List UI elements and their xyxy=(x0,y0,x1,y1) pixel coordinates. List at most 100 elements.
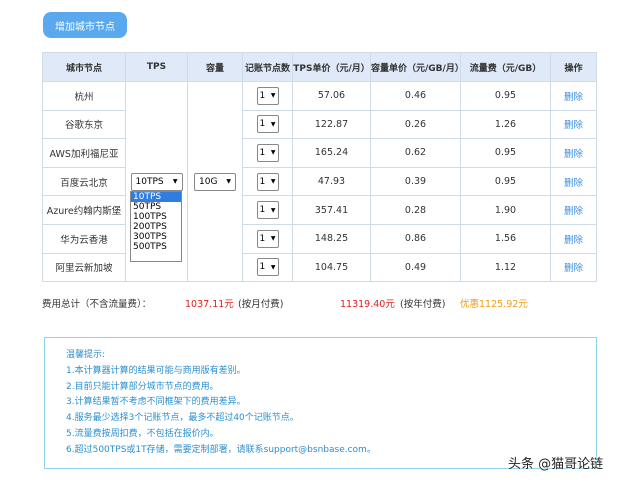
chevron-down-icon: ▼ xyxy=(172,178,178,186)
traffic-fee-cell: 0.95 xyxy=(460,166,551,197)
yearly-label: (按年付费) xyxy=(400,299,446,310)
node-count-cell: 1 ▼ xyxy=(242,166,293,197)
tip-line: 5.流量费按周扣费，不包括在报价内。 xyxy=(66,428,219,439)
node-count-cell: 1 ▼ xyxy=(242,223,293,254)
node-count-select[interactable]: 1 ▼ xyxy=(256,86,279,105)
traffic-fee-cell: 1.56 xyxy=(460,223,551,254)
tips-title: 温馨提示: xyxy=(66,350,106,360)
node-table: 城市节点 TPS 容量 记账节点数 TPS单价（元/月） 容量单价（元/GB/月… xyxy=(42,52,597,283)
node-count-cell: 1 ▼ xyxy=(242,109,293,140)
header-tps: TPS xyxy=(125,52,188,82)
tps-option[interactable]: 200TPS xyxy=(131,222,181,232)
table-header-row: 城市节点 TPS 容量 记账节点数 TPS单价（元/月） 容量单价（元/GB/月… xyxy=(42,52,597,82)
node-count-select[interactable]: 1 ▼ xyxy=(256,229,279,248)
tps-price-cell: 57.06 xyxy=(292,81,371,111)
capacity-price-cell: 0.86 xyxy=(370,223,461,254)
node-count-cell: 1 ▼ xyxy=(242,252,293,283)
traffic-fee-cell: 1.90 xyxy=(460,195,551,225)
chevron-down-icon: ▼ xyxy=(270,120,276,128)
node-count-select[interactable]: 1 ▼ xyxy=(256,115,279,134)
action-cell: 删除 xyxy=(550,81,597,111)
delete-link[interactable]: 删除 xyxy=(564,235,583,246)
chevron-down-icon: ▼ xyxy=(270,92,276,100)
city-cell: AWS加利福尼亚 xyxy=(42,138,126,168)
delete-link[interactable]: 删除 xyxy=(564,263,583,274)
tps-option[interactable]: 500TPS xyxy=(131,242,181,252)
tps-price-cell: 104.75 xyxy=(292,252,371,283)
traffic-fee-cell: 1.12 xyxy=(460,252,551,283)
traffic-fee-cell: 0.95 xyxy=(460,81,551,111)
tps-price-cell: 47.93 xyxy=(292,166,371,197)
action-cell: 删除 xyxy=(550,138,597,168)
capacity-price-cell: 0.26 xyxy=(370,109,461,140)
header-node-count: 记账节点数 xyxy=(242,52,293,82)
header-capacity-price: 容量单价（元/GB/月） xyxy=(370,52,464,82)
tps-price-cell: 122.87 xyxy=(292,109,371,140)
node-count-cell: 1 ▼ xyxy=(242,138,293,168)
tps-price-cell: 357.41 xyxy=(292,195,371,225)
yearly-amount: 11319.40元 xyxy=(340,299,395,310)
tps-option[interactable]: 300TPS xyxy=(131,232,181,242)
tps-dropdown-list: 10TPS 50TPS 100TPS 200TPS 300TPS 500TPS xyxy=(130,191,182,262)
action-cell: 删除 xyxy=(550,223,597,254)
watermark: 头条 @猫哥论链 xyxy=(508,457,604,472)
capacity-price-cell: 0.46 xyxy=(370,81,461,111)
tip-line: 3.计算结果暂不考虑不同框架下的费用差异。 xyxy=(66,397,246,408)
delete-link[interactable]: 删除 xyxy=(564,149,583,160)
tps-price-cell: 148.25 xyxy=(292,223,371,254)
tip-line: 2.目前只能计算部分城市节点的费用。 xyxy=(66,381,219,392)
total-label: 费用总计（不含流量费）： xyxy=(42,299,152,310)
city-cell: 华为云香港 xyxy=(42,223,126,254)
header-traffic-fee: 流量费（元/GB） xyxy=(460,52,551,82)
city-cell: 百度云北京 xyxy=(42,166,126,197)
header-action: 操作 xyxy=(550,52,597,82)
chevron-down-icon: ▼ xyxy=(226,178,231,186)
delete-link[interactable]: 删除 xyxy=(564,92,583,103)
cost-total: 费用总计（不含流量费）： 1037.11元 (按月付费) 11319.40元 (… xyxy=(42,296,602,310)
tip-line: 1.本计算器计算的结果可能与商用版有差别。 xyxy=(66,365,246,376)
chevron-down-icon: ▼ xyxy=(270,263,276,271)
capacity-cell: 10G ▼ xyxy=(187,80,243,283)
tps-option[interactable]: 10TPS xyxy=(131,192,181,202)
header-tps-price: TPS单价（元/月） xyxy=(292,52,371,82)
header-capacity: 容量 xyxy=(187,52,243,82)
table-row: 杭州 10TPS ▼ 10G ▼ 1 ▼ 57.06 0.46 0.95 删除 xyxy=(42,80,597,283)
chevron-down-icon: ▼ xyxy=(270,178,276,186)
traffic-fee-cell: 0.95 xyxy=(460,138,551,168)
delete-link[interactable]: 删除 xyxy=(564,120,583,131)
add-city-node-button[interactable]: 增加城市节点 xyxy=(43,12,127,38)
node-count-select[interactable]: 1 ▼ xyxy=(256,258,279,277)
node-count-select[interactable]: 1 ▼ xyxy=(256,201,279,220)
discount-amount: 优惠1125.92元 xyxy=(460,299,528,310)
city-cell: 杭州 xyxy=(42,81,126,111)
tps-option[interactable]: 50TPS xyxy=(131,202,181,212)
capacity-select[interactable]: 10G ▼ xyxy=(194,172,236,191)
city-cell: Azure约翰内斯堡 xyxy=(42,195,126,225)
delete-link[interactable]: 删除 xyxy=(564,206,583,217)
action-cell: 删除 xyxy=(550,109,597,140)
monthly-amount: 1037.11元 xyxy=(185,299,234,310)
node-count-select[interactable]: 1 ▼ xyxy=(256,172,279,191)
tps-price-cell: 165.24 xyxy=(292,138,371,168)
delete-link[interactable]: 删除 xyxy=(564,178,583,189)
chevron-down-icon: ▼ xyxy=(270,235,276,243)
monthly-label: (按月付费) xyxy=(238,299,284,310)
action-cell: 删除 xyxy=(550,166,597,197)
chevron-down-icon: ▼ xyxy=(270,149,276,157)
node-count-cell: 1 ▼ xyxy=(242,81,293,111)
tps-select[interactable]: 10TPS ▼ xyxy=(130,172,183,191)
capacity-price-cell: 0.39 xyxy=(370,166,461,197)
node-count-select[interactable]: 1 ▼ xyxy=(256,143,279,162)
city-cell: 谷歌东京 xyxy=(42,109,126,140)
tps-option[interactable]: 100TPS xyxy=(131,212,181,222)
traffic-fee-cell: 1.26 xyxy=(460,109,551,140)
tips-box: 温馨提示: 1.本计算器计算的结果可能与商用版有差别。 2.目前只能计算部分城市… xyxy=(44,337,597,469)
action-cell: 删除 xyxy=(550,252,597,283)
capacity-price-cell: 0.62 xyxy=(370,138,461,168)
capacity-price-cell: 0.28 xyxy=(370,195,461,225)
city-cell: 阿里云新加坡 xyxy=(42,252,126,283)
capacity-price-cell: 0.49 xyxy=(370,252,461,283)
node-count-cell: 1 ▼ xyxy=(242,195,293,225)
chevron-down-icon: ▼ xyxy=(270,206,276,214)
header-city: 城市节点 xyxy=(42,52,126,82)
